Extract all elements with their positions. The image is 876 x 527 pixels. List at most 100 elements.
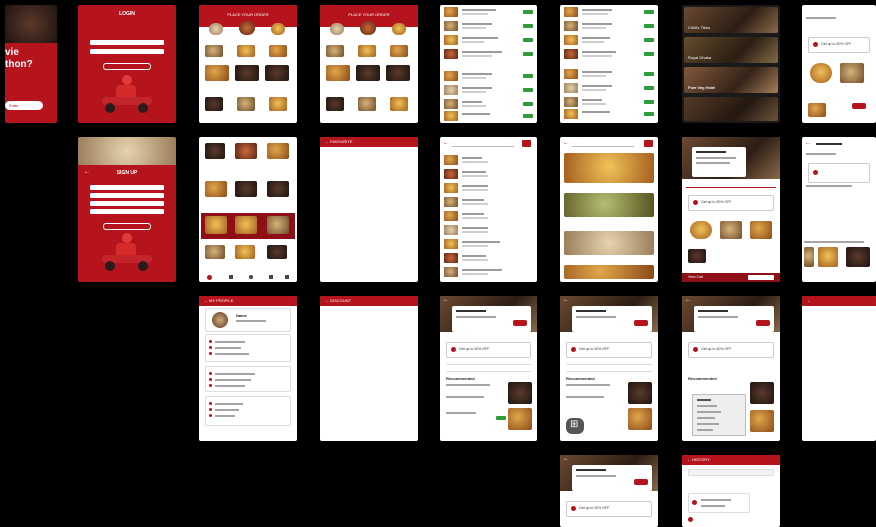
rest1-dish-1[interactable] (508, 382, 532, 404)
detail-a-dish-3[interactable] (808, 103, 826, 117)
home-a-category-2[interactable] (239, 21, 255, 35)
rest1-filter-chips[interactable] (446, 364, 531, 372)
menu-row[interactable] (444, 111, 533, 121)
home-b-item-6[interactable] (386, 65, 410, 81)
detail-b-dish-2[interactable] (720, 221, 742, 239)
home-b-item-3[interactable] (390, 45, 408, 57)
gallery-filter-button[interactable] (644, 140, 653, 147)
rest3-dish-1[interactable] (750, 382, 774, 404)
detail-c-restaurant-card[interactable] (808, 163, 870, 183)
home-a-item-1[interactable] (205, 45, 223, 57)
restaurant-banner-1[interactable]: Chilli's Tikka (684, 7, 778, 33)
home-c-item-4[interactable] (205, 181, 227, 197)
home-c-item-8[interactable] (235, 216, 257, 234)
search-input[interactable] (452, 141, 514, 147)
menu-row[interactable] (564, 109, 654, 119)
home-a-item-6[interactable] (265, 65, 289, 81)
restaurant-banner-3[interactable]: Pure Veg Hotel (684, 67, 778, 93)
rest3-offer-card[interactable]: Get up to 30% OFF (688, 342, 774, 358)
nav-menu-icon[interactable] (285, 275, 289, 279)
menu-row[interactable] (564, 69, 654, 79)
menu-row[interactable] (444, 183, 533, 193)
menu-row[interactable] (444, 155, 533, 165)
signup-submit-button[interactable] (103, 223, 151, 230)
offer-card[interactable]: Get up to 30% OFF (808, 37, 870, 53)
rest3-back-icon[interactable]: ← (685, 297, 691, 303)
rest4-back-icon[interactable]: ← (563, 456, 569, 462)
home-c-item-12[interactable] (267, 245, 287, 259)
rest2-filter-chips[interactable] (566, 364, 652, 372)
home-b-item-4[interactable] (326, 65, 350, 81)
home-c-item-2[interactable] (235, 143, 257, 159)
home-b-item-8[interactable] (358, 97, 376, 111)
profile-item-icon[interactable] (209, 408, 212, 411)
gallery-tile-4[interactable] (564, 265, 654, 279)
category-dropdown-menu[interactable] (692, 394, 746, 436)
rest2-dish-1[interactable] (628, 382, 652, 404)
detail-b-dish-3[interactable] (750, 221, 772, 239)
view-cart-bar[interactable]: View Cart (682, 273, 780, 282)
history-order-card[interactable] (688, 493, 750, 513)
home-c-item-5[interactable] (235, 181, 257, 197)
view-cart-button[interactable] (748, 275, 774, 280)
menu-row[interactable] (444, 169, 533, 179)
menu-row[interactable] (564, 83, 654, 93)
gallery-search-input[interactable] (572, 141, 634, 147)
signup-name-field[interactable] (90, 185, 164, 190)
home-b-item-9[interactable] (390, 97, 408, 111)
menu-row[interactable] (444, 225, 533, 235)
menu-row[interactable] (444, 239, 533, 249)
home-a-item-9[interactable] (269, 97, 287, 111)
detail-a-dish-1[interactable] (810, 63, 832, 83)
menu-row[interactable] (444, 21, 533, 31)
menu-row[interactable] (444, 267, 533, 277)
signup-password-field[interactable] (90, 209, 164, 214)
menu-row[interactable] (564, 21, 654, 31)
blank-back-icon[interactable]: ← (807, 298, 811, 303)
rest3-dish-2[interactable] (750, 410, 774, 432)
detail-c-dish-1[interactable] (804, 247, 814, 267)
menu-row[interactable] (444, 49, 533, 59)
restaurant-banner-4[interactable] (684, 97, 778, 121)
profile-item-icon[interactable] (209, 372, 212, 375)
signup-email-field[interactable] (90, 193, 164, 198)
home-c-item-11[interactable] (235, 245, 255, 259)
rest1-offer-card[interactable]: Get up to 30% OFF (446, 342, 531, 358)
home-b-item-2[interactable] (358, 45, 376, 57)
rest2-back-icon[interactable]: ← (563, 297, 569, 303)
home-b-category-1[interactable] (330, 23, 344, 35)
menu-row[interactable] (444, 35, 533, 45)
home-a-item-3[interactable] (269, 45, 287, 57)
home-a-category-1[interactable] (209, 23, 223, 35)
search-back-icon[interactable]: ← (443, 140, 449, 146)
rest1-add-button[interactable] (496, 416, 506, 420)
menu-row[interactable] (444, 197, 533, 207)
detail-b-tabs[interactable] (686, 184, 776, 188)
home-b-item-7[interactable] (326, 97, 344, 111)
rest4-offer-card[interactable]: Get up to 30% OFF (566, 501, 652, 517)
home-b-item-5[interactable] (356, 65, 380, 81)
profile-item-icon[interactable] (209, 352, 212, 355)
home-a-item-7[interactable] (205, 97, 223, 111)
home-b-item-1[interactable] (326, 45, 344, 57)
detail-b-dish-4[interactable] (688, 249, 706, 263)
home-a-item-2[interactable] (237, 45, 255, 57)
rest1-back-icon[interactable]: ← (443, 297, 449, 303)
login-password-field[interactable] (90, 49, 164, 54)
menu-row[interactable] (564, 97, 654, 107)
profile-item-icon[interactable] (209, 346, 212, 349)
restaurant-banner-2[interactable]: Royal Dhaba (684, 37, 778, 63)
detail-a-dish-2[interactable] (840, 63, 864, 83)
profile-item-icon[interactable] (209, 378, 212, 381)
nav-orders-icon[interactable] (229, 275, 233, 279)
detail-b-offer-card[interactable]: Get up to 30% OFF (688, 195, 774, 211)
home-c-item-6[interactable] (267, 181, 289, 197)
search-filter-button[interactable] (522, 140, 531, 147)
menu-row[interactable] (564, 35, 654, 45)
floating-menu-button[interactable]: ⊞ (566, 418, 584, 434)
home-b-category-2[interactable] (360, 21, 376, 35)
rest2-offer-card[interactable]: Get up to 30% OFF (566, 342, 652, 358)
home-c-item-7[interactable] (205, 216, 227, 234)
rest1-dish-2[interactable] (508, 408, 532, 430)
home-a-item-4[interactable] (205, 65, 229, 81)
